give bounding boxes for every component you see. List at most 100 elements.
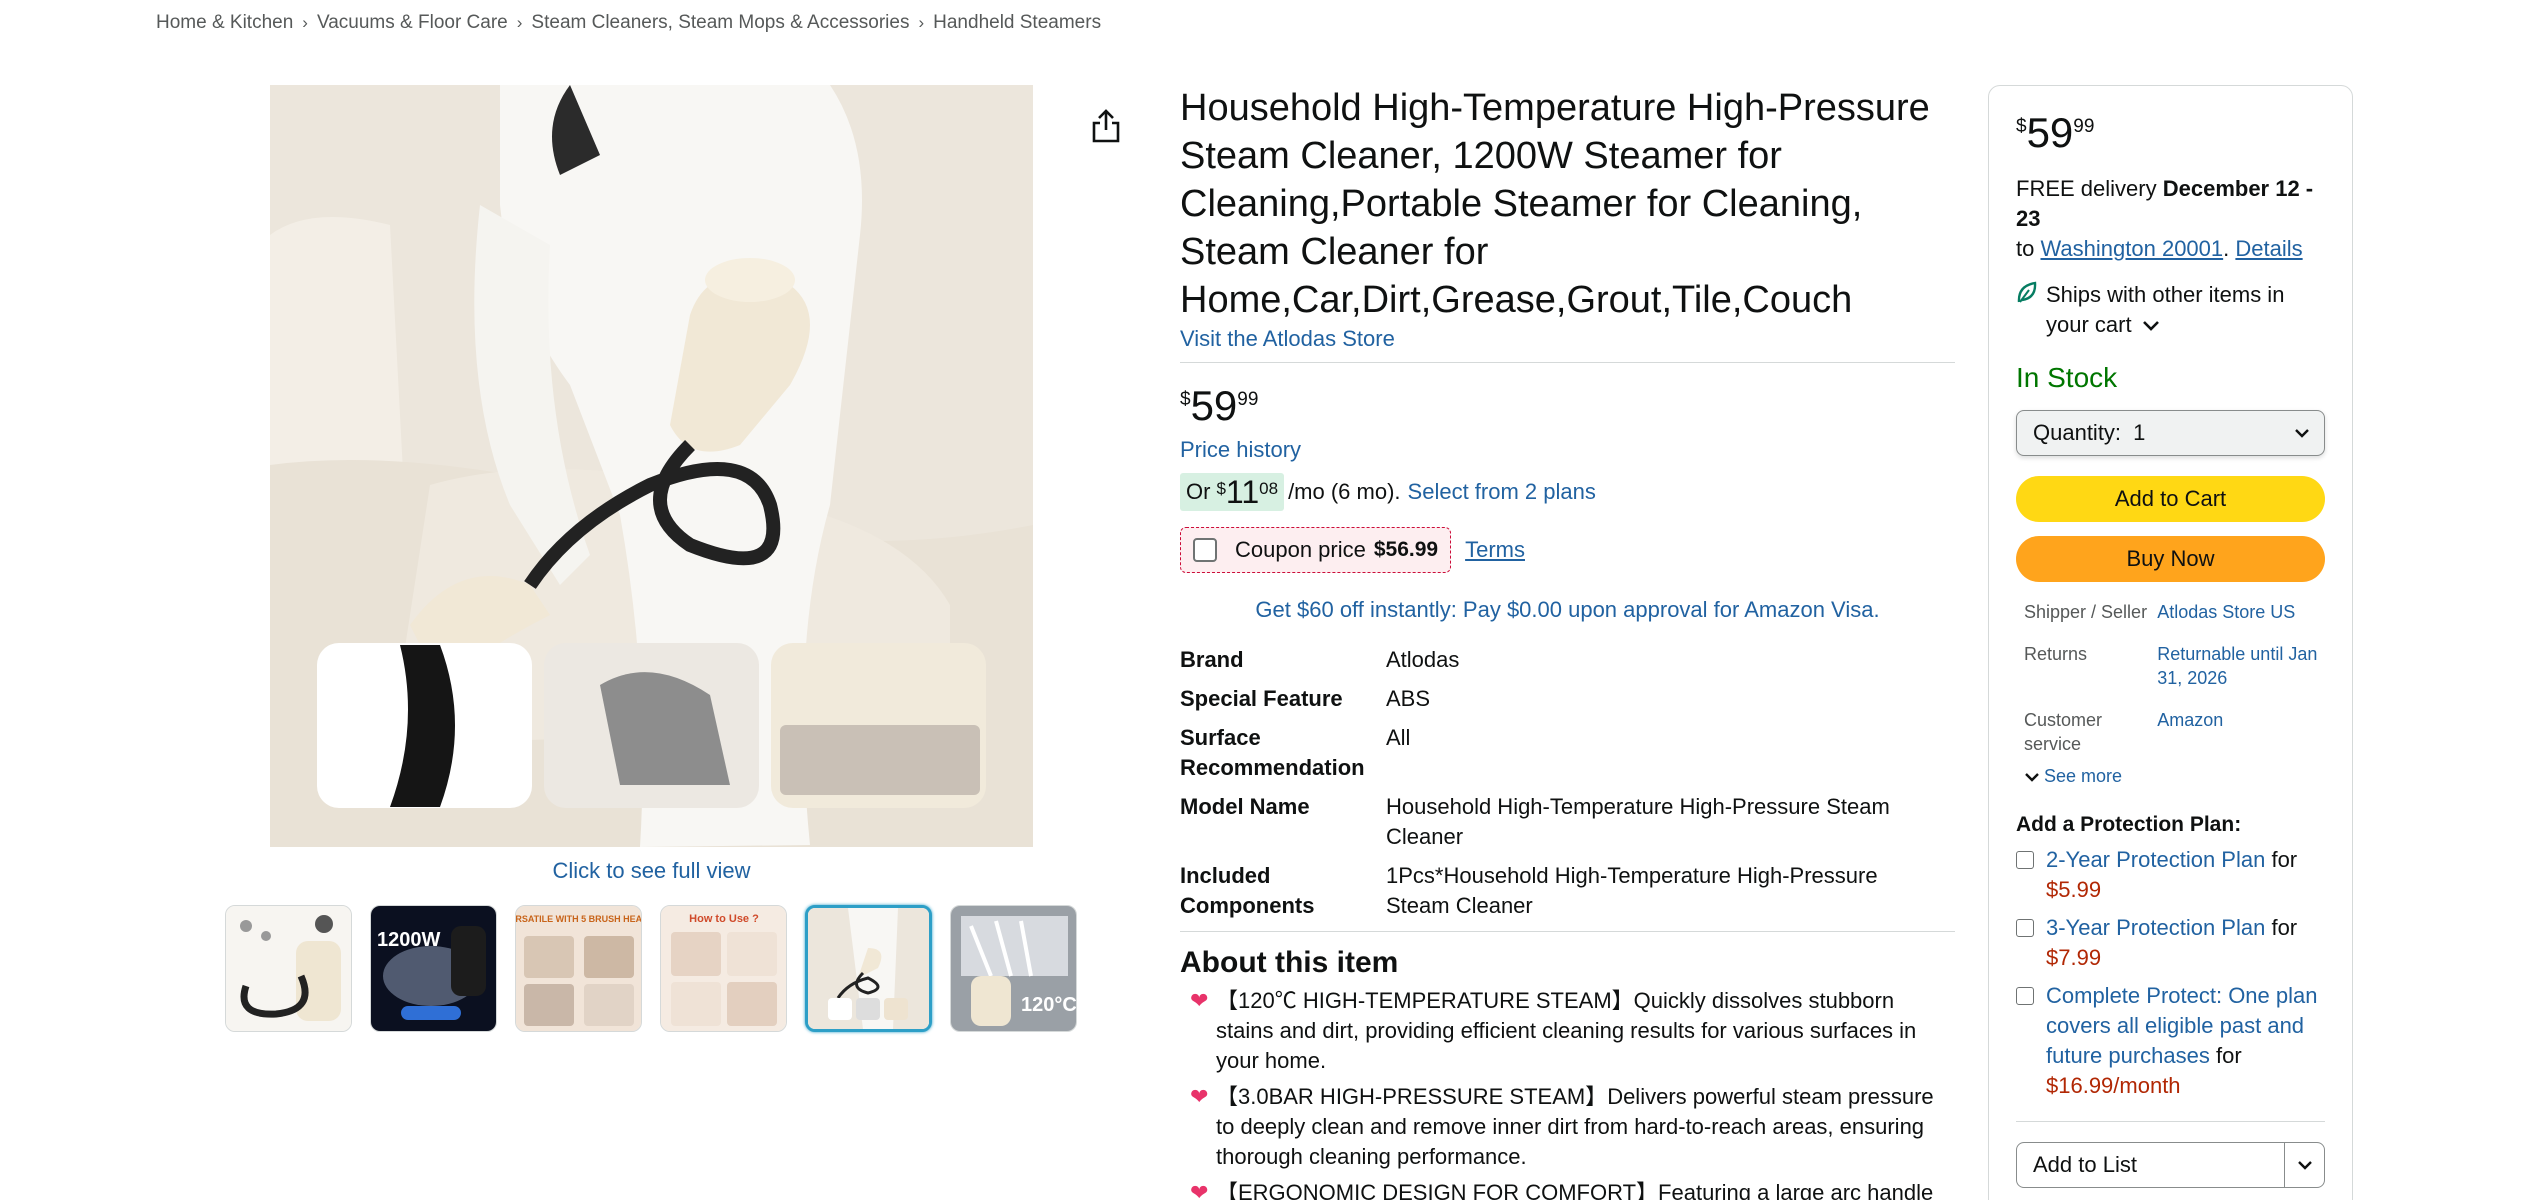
protection-for: for xyxy=(2271,915,2298,940)
quantity-select[interactable]: Quantity: 1 xyxy=(2016,410,2325,456)
breadcrumb-separator: › xyxy=(516,13,523,32)
protection-text: 3-Year Protection Plan for $7.99 xyxy=(2046,913,2297,973)
about-title: About this item xyxy=(1180,946,1399,979)
about-bullets: ❤ 【120℃ HIGH-TEMPERATURE STEAM】Quickly d… xyxy=(1180,986,1955,1200)
divider xyxy=(1180,362,1955,363)
protection-plan-link[interactable]: Complete Protect: One plan covers all el… xyxy=(2046,983,2317,1068)
protection-plan-link[interactable]: 2-Year Protection Plan xyxy=(2046,847,2265,872)
monthly-suffix: /mo (6 mo). xyxy=(1288,479,1401,504)
thumbnail-strip: 1200W VERSATILE WITH 5 BRUSH HEADS How t… xyxy=(225,905,1077,1032)
price-history-link[interactable]: Price history xyxy=(1180,437,1955,463)
delivery-info: FREE delivery December 12 - 23 to Washin… xyxy=(2016,174,2325,264)
protection-for: for xyxy=(2271,847,2298,872)
spec-label: Model Name xyxy=(1180,794,1310,819)
protection-price: $5.99 xyxy=(2046,877,2102,902)
share-icon[interactable] xyxy=(1090,108,1122,144)
monthly-price-chip: Or $ 11 08 xyxy=(1180,473,1285,511)
breadcrumb-vacuums[interactable]: Vacuums & Floor Care xyxy=(317,12,508,34)
add-to-list-dropdown[interactable] xyxy=(2284,1143,2324,1187)
list-item: ❤ 【3.0BAR HIGH-PRESSURE STEAM】Delivers p… xyxy=(1180,1082,1955,1172)
leaf-icon xyxy=(2016,280,2046,340)
thumb-how-to-use[interactable]: How to Use ? xyxy=(660,905,787,1032)
bullet-text: 【120℃ HIGH-TEMPERATURE STEAM】Quickly dis… xyxy=(1216,988,1917,1073)
protection-checkbox[interactable] xyxy=(2016,987,2034,1005)
protection-price: $16.99/month xyxy=(2046,1073,2181,1098)
coupon-box[interactable]: Coupon price $56.99 xyxy=(1180,527,1452,573)
thumb-120c[interactable]: 120°C xyxy=(950,905,1077,1032)
price-fraction: 99 xyxy=(1237,389,1259,410)
price-symbol: $ xyxy=(2016,116,2027,137)
monthly-fraction: 08 xyxy=(1259,479,1279,498)
breadcrumb-steam-cleaners[interactable]: Steam Cleaners, Steam Mops & Accessories xyxy=(531,12,909,34)
protection-checkbox[interactable] xyxy=(2016,851,2034,869)
quantity-value: 1 xyxy=(2133,420,2146,445)
returns-link[interactable]: Returnable until Jan 31, 2026 xyxy=(2157,642,2325,690)
protection-checkbox[interactable] xyxy=(2016,919,2034,937)
add-to-cart-button[interactable]: Add to Cart xyxy=(2016,476,2325,522)
spec-value: ABS xyxy=(1386,686,1431,711)
info-row: Returns Returnable until Jan 31, 2026 xyxy=(2016,642,2325,690)
breadcrumb-home-kitchen[interactable]: Home & Kitchen xyxy=(156,12,293,34)
protection-plan-link[interactable]: 3-Year Protection Plan xyxy=(2046,915,2265,940)
spec-label: Included Components xyxy=(1180,863,1315,918)
bullet-text: 【ERGONOMIC DESIGN FOR COMFORT】Featuring … xyxy=(1216,1180,1934,1200)
coupon-terms-link[interactable]: Terms xyxy=(1465,537,1525,563)
delivery-to: to xyxy=(2016,236,2035,261)
info-row: Customer service Amazon xyxy=(2016,708,2325,756)
product-price: $ 59 99 xyxy=(1180,385,1955,427)
customer-service-link[interactable]: Amazon xyxy=(2157,708,2325,756)
details-link[interactable]: Details xyxy=(2235,236,2302,261)
thumb-120c-text: 120°C xyxy=(1021,994,1077,1016)
info-label: Returns xyxy=(2024,644,2088,664)
visa-offer-link[interactable]: Get $60 off instantly: Pay $0.00 upon ap… xyxy=(1180,597,1955,623)
spec-label: Brand xyxy=(1180,647,1244,672)
buy-box: $ 59 99 FREE delivery December 12 - 23 t… xyxy=(1988,85,2353,1200)
spec-label: Surface Recommendation xyxy=(1180,725,1365,780)
chevron-down-icon xyxy=(2295,429,2309,438)
thumb-1200w-text: 1200W xyxy=(377,929,440,951)
main-product-image[interactable] xyxy=(270,85,1033,847)
location-link[interactable]: Washington 20001 xyxy=(2040,236,2223,261)
thumb-in-use[interactable] xyxy=(805,905,932,1032)
heart-icon: ❤ xyxy=(1190,988,1209,1013)
spec-value: Household High-Temperature High-Pressure… xyxy=(1386,794,1890,849)
divider xyxy=(2016,1121,2325,1122)
spec-table: Brand Atlodas Special Feature ABS Surfac… xyxy=(1180,645,1955,921)
protection-plan-option: 3-Year Protection Plan for $7.99 xyxy=(2016,913,2325,973)
thumb-versatile[interactable]: VERSATILE WITH 5 BRUSH HEADS xyxy=(515,905,642,1032)
full-view-link[interactable]: Click to see full view xyxy=(270,858,1033,884)
see-more-link[interactable]: See more xyxy=(2016,766,2325,787)
info-label: Customer service xyxy=(2024,710,2103,754)
coupon-label: Coupon price xyxy=(1235,537,1366,562)
quantity-label: Quantity: xyxy=(2033,420,2122,445)
buy-now-button[interactable]: Buy Now xyxy=(2016,536,2325,582)
monthly-symbol: $ xyxy=(1216,479,1226,498)
select-plans-link[interactable]: Select from 2 plans xyxy=(1408,479,1596,505)
coupon-row: Coupon price $56.99 Terms xyxy=(1180,527,1955,573)
spec-row: Included Components 1Pcs*Household High-… xyxy=(1180,861,1955,921)
buybox-price: $ 59 99 xyxy=(2016,112,2325,154)
breadcrumb: Home & Kitchen › Vacuums & Floor Care › … xyxy=(156,12,1101,34)
monthly-prefix: Or xyxy=(1186,479,1211,504)
add-to-list-button[interactable]: Add to List xyxy=(2016,1142,2325,1188)
delivery-punct: . xyxy=(2223,236,2230,261)
spec-value: All xyxy=(1386,725,1411,750)
thumb-accessories[interactable] xyxy=(225,905,352,1032)
breadcrumb-handheld-steamers[interactable]: Handheld Steamers xyxy=(933,12,1101,34)
protection-text: 2-Year Protection Plan for $5.99 xyxy=(2046,845,2297,905)
seller-link[interactable]: Atlodas Store US xyxy=(2157,600,2325,624)
coupon-checkbox[interactable] xyxy=(1193,538,1217,562)
monthly-payment: Or $ 11 08 /mo (6 mo). Select from 2 pla… xyxy=(1180,473,1955,511)
ships-with-cart[interactable]: Ships with other items in your cart xyxy=(2016,280,2325,340)
price-whole: 59 xyxy=(1190,382,1238,429)
visit-store-link[interactable]: Visit the Atlodas Store xyxy=(1180,326,1395,352)
protection-plan-option: Complete Protect: One plan covers all el… xyxy=(2016,981,2325,1101)
thumb-1200w[interactable]: 1200W xyxy=(370,905,497,1032)
chevron-down-icon xyxy=(2025,772,2039,782)
spec-value: Atlodas xyxy=(1386,647,1460,672)
protection-text: Complete Protect: One plan covers all el… xyxy=(2046,981,2325,1101)
coupon-price: $56.99 xyxy=(1373,538,1439,561)
list-item: ❤ 【120℃ HIGH-TEMPERATURE STEAM】Quickly d… xyxy=(1180,986,1955,1076)
info-row: Shipper / Seller Atlodas Store US xyxy=(2016,600,2325,624)
heart-icon: ❤ xyxy=(1190,1084,1209,1109)
